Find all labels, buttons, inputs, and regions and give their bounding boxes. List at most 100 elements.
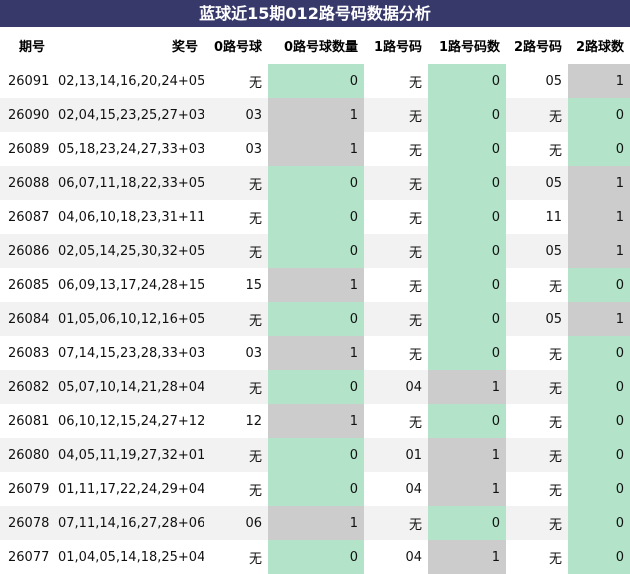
route0-count-cell: 1 [268,268,364,302]
table-row: 26080 04,05,11,19,27,32+01 无 0 01 1 无 0 [0,438,630,472]
route1-ball-cell: 无 [364,506,428,540]
issue-cell: 26087 [8,209,50,225]
col-header-numbers: 奖号 [171,40,198,55]
route1-ball-cell: 04 [405,481,422,497]
numbers-cell: 07,14,15,23,28,33+03 [58,345,204,361]
route2-ball-cell: 无 [548,143,562,159]
route1-ball-cell: 04 [364,370,428,404]
route0-count-cell: 0 [268,370,364,404]
issue-cell: 26077 [8,549,50,565]
analysis-panel: 蓝球近15期012路号码数据分析 期号 奖号 0路号球 0路号球数量 1路号码 … [0,0,630,574]
route1-count-cell: 0 [428,166,506,200]
issue-cell: 26078 [0,506,52,540]
issue-cell: 26091 [8,73,50,89]
issue-cell: 26089 [8,141,50,157]
numbers-cell: 01,04,05,14,18,25+04 [58,549,204,565]
col-header-route1-ball: 1路号码 [373,40,422,55]
table-row: 26084 01,05,06,10,12,16+05 无 0 无 0 05 1 [0,302,630,336]
route2-ball-cell: 无 [548,347,562,363]
col-header-route0-count: 0路号球数量 [283,40,358,55]
numbers-cell: 07,11,14,16,27,28+06 [52,506,204,540]
table-row: 26090 02,04,15,23,25,27+03 03 1 无 0 无 0 [0,98,630,132]
route0-ball-cell: 无 [248,483,262,499]
numbers-cell: 04,05,11,19,27,32+01 [52,438,204,472]
route1-count-cell: 0 [428,234,506,268]
table-row: 26091 02,13,14,16,20,24+05 无 0 无 0 05 1 [0,64,630,98]
table-title: 蓝球近15期012路号码数据分析 [0,0,630,27]
route1-ball-cell: 无 [408,143,422,159]
route2-count-cell: 1 [568,64,630,98]
route1-ball-cell: 无 [408,75,422,91]
route1-ball-cell: 无 [364,234,428,268]
issue-cell: 26084 [0,302,52,336]
table-row: 26089 05,18,23,24,27,33+03 03 1 无 0 无 0 [0,132,630,166]
col-header-route0-ball: 0路号球 [213,40,262,55]
route2-ball-cell: 无 [548,415,562,431]
col-header-route1-count: 1路号码数 [438,40,500,55]
route2-count-cell: 1 [568,166,630,200]
route2-ball-cell: 无 [506,370,568,404]
route2-count-cell: 0 [568,404,630,438]
route1-count-cell: 0 [428,336,506,370]
route2-count-cell: 0 [568,472,630,506]
route1-count-cell: 0 [428,268,506,302]
issue-cell: 26082 [0,370,52,404]
route2-ball-cell: 无 [548,551,562,567]
route2-ball-cell: 05 [506,234,568,268]
route0-ball-cell: 无 [204,234,268,268]
route0-ball-cell: 12 [245,413,262,429]
route0-count-cell: 0 [268,438,364,472]
route1-ball-cell: 无 [364,98,428,132]
table-row: 26082 05,07,10,14,21,28+04 无 0 04 1 无 0 [0,370,630,404]
route2-count-cell: 0 [568,370,630,404]
route1-ball-cell: 无 [408,415,422,431]
table-row: 26085 06,09,13,17,24,28+15 15 1 无 0 无 0 [0,268,630,302]
route2-count-cell: 0 [568,98,630,132]
route0-count-cell: 1 [268,336,364,370]
route1-count-cell: 0 [428,302,506,336]
route2-ball-cell: 无 [548,279,562,295]
route1-ball-cell: 04 [405,549,422,565]
route0-count-cell: 0 [268,64,364,98]
issue-cell: 26088 [0,166,52,200]
route1-count-cell: 1 [428,540,506,574]
numbers-cell: 06,10,12,15,24,27+12 [58,413,204,429]
route1-ball-cell: 无 [364,166,428,200]
route2-count-cell: 1 [568,200,630,234]
route1-ball-cell: 无 [408,347,422,363]
route0-ball-cell: 无 [204,438,268,472]
numbers-cell: 05,18,23,24,27,33+03 [58,141,204,157]
table-row: 26078 07,11,14,16,27,28+06 06 1 无 0 无 0 [0,506,630,540]
route0-ball-cell: 无 [248,211,262,227]
route1-count-cell: 0 [428,98,506,132]
route0-count-cell: 0 [268,472,364,506]
route0-ball-cell: 无 [204,166,268,200]
route0-count-cell: 1 [268,506,364,540]
route1-count-cell: 0 [428,132,506,166]
route0-count-cell: 0 [268,166,364,200]
numbers-cell: 06,07,11,18,22,33+05 [52,166,204,200]
route0-count-cell: 0 [268,540,364,574]
issue-cell: 26085 [8,277,50,293]
col-header-issue: 期号 [19,40,46,55]
route1-count-cell: 1 [428,472,506,506]
route2-count-cell: 0 [568,506,630,540]
route2-count-cell: 1 [568,302,630,336]
table-row: 26081 06,10,12,15,24,27+12 12 1 无 0 无 0 [0,404,630,438]
route0-ball-cell: 无 [248,75,262,91]
route0-ball-cell: 03 [204,98,268,132]
route1-ball-cell: 01 [364,438,428,472]
route2-ball-cell: 无 [506,438,568,472]
issue-cell: 26083 [8,345,50,361]
route1-ball-cell: 无 [408,211,422,227]
numbers-cell: 05,07,10,14,21,28+04 [52,370,204,404]
route1-count-cell: 0 [428,404,506,438]
route0-count-cell: 1 [268,132,364,166]
route2-ball-cell: 11 [545,209,562,225]
route1-count-cell: 0 [428,64,506,98]
table-row: 26083 07,14,15,23,28,33+03 03 1 无 0 无 0 [0,336,630,370]
route0-count-cell: 1 [268,98,364,132]
route2-count-cell: 0 [568,438,630,472]
route1-count-cell: 0 [428,200,506,234]
route0-ball-cell: 03 [245,141,262,157]
